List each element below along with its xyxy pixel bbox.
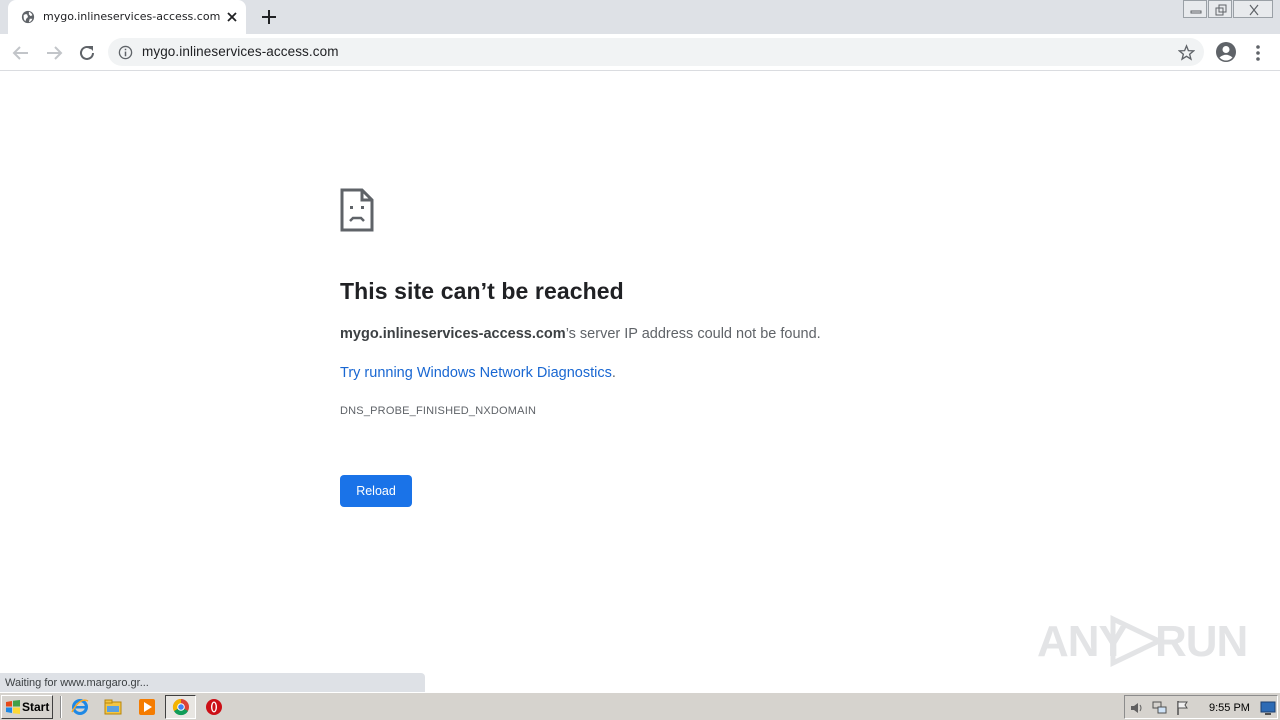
reload-icon[interactable] bbox=[76, 42, 98, 64]
windows-taskbar: Start 9:55 PM bbox=[0, 692, 1280, 720]
file-explorer-icon[interactable] bbox=[103, 697, 123, 717]
close-icon[interactable] bbox=[225, 10, 239, 24]
window-close-button[interactable] bbox=[1233, 0, 1273, 18]
flag-icon[interactable] bbox=[1175, 700, 1191, 716]
clock[interactable]: 9:55 PM bbox=[1209, 702, 1250, 714]
restore-icon bbox=[1215, 4, 1227, 16]
taskbar-chrome-button[interactable] bbox=[165, 695, 196, 719]
display-icon[interactable] bbox=[1260, 700, 1276, 716]
forward-arrow-icon[interactable] bbox=[43, 42, 65, 64]
network-icon[interactable] bbox=[1152, 700, 1168, 716]
watermark-right-text: RUN bbox=[1155, 617, 1248, 666]
network-diagnostics-link[interactable]: Try running Windows Network Diagnostics. bbox=[340, 365, 616, 381]
internet-explorer-icon[interactable] bbox=[70, 697, 90, 717]
account-circle-icon[interactable] bbox=[1215, 41, 1237, 63]
back-arrow-icon[interactable] bbox=[10, 42, 32, 64]
star-icon[interactable] bbox=[1178, 44, 1195, 61]
browser-toolbar: mygo.inlineservices-access.com bbox=[0, 34, 1280, 71]
error-message: mygo.inlineservices-access.com’s server … bbox=[340, 326, 821, 342]
minimize-button[interactable] bbox=[1183, 0, 1207, 18]
status-bubble: Waiting for www.margaro.gr... bbox=[0, 673, 425, 693]
restore-button[interactable] bbox=[1208, 0, 1232, 18]
link-period: . bbox=[611, 365, 616, 381]
tab-strip: mygo.inlineservices-access.com bbox=[0, 0, 1280, 34]
address-bar[interactable]: mygo.inlineservices-access.com bbox=[108, 38, 1204, 66]
error-message-suffix: ’s server IP address could not be found. bbox=[565, 326, 821, 342]
chrome-icon bbox=[172, 698, 189, 716]
globe-icon bbox=[21, 10, 35, 24]
error-code: DNS_PROBE_FINISHED_NXDOMAIN bbox=[340, 405, 537, 417]
opera-icon[interactable] bbox=[204, 697, 224, 717]
url-text[interactable]: mygo.inlineservices-access.com bbox=[142, 44, 339, 59]
minimize-icon bbox=[1190, 10, 1202, 14]
sad-document-icon bbox=[340, 188, 374, 232]
start-label: Start bbox=[22, 700, 50, 714]
vertical-dots-icon[interactable] bbox=[1250, 42, 1266, 64]
plus-icon[interactable] bbox=[259, 7, 279, 27]
media-player-icon[interactable] bbox=[137, 697, 157, 717]
error-title: This site can’t be reached bbox=[340, 278, 624, 304]
start-button[interactable]: Start bbox=[1, 695, 53, 719]
system-tray: 9:55 PM bbox=[1124, 695, 1278, 719]
anyrun-watermark: ANY RUN bbox=[1037, 609, 1248, 671]
error-page: This site can’t be reached mygo.inlinese… bbox=[0, 72, 1280, 693]
reload-button[interactable]: Reload bbox=[340, 475, 412, 507]
network-diagnostics-link-text[interactable]: Try running Windows Network Diagnostics bbox=[340, 365, 612, 381]
taskbar-separator bbox=[60, 696, 62, 718]
volume-icon[interactable] bbox=[1129, 700, 1145, 716]
tab-title: mygo.inlineservices-access.com bbox=[43, 10, 221, 23]
error-host: mygo.inlineservices-access.com bbox=[340, 326, 566, 342]
close-icon bbox=[1249, 4, 1259, 16]
info-icon[interactable] bbox=[118, 45, 133, 60]
browser-tab[interactable]: mygo.inlineservices-access.com bbox=[8, 0, 246, 34]
windows-logo-icon bbox=[6, 700, 20, 714]
